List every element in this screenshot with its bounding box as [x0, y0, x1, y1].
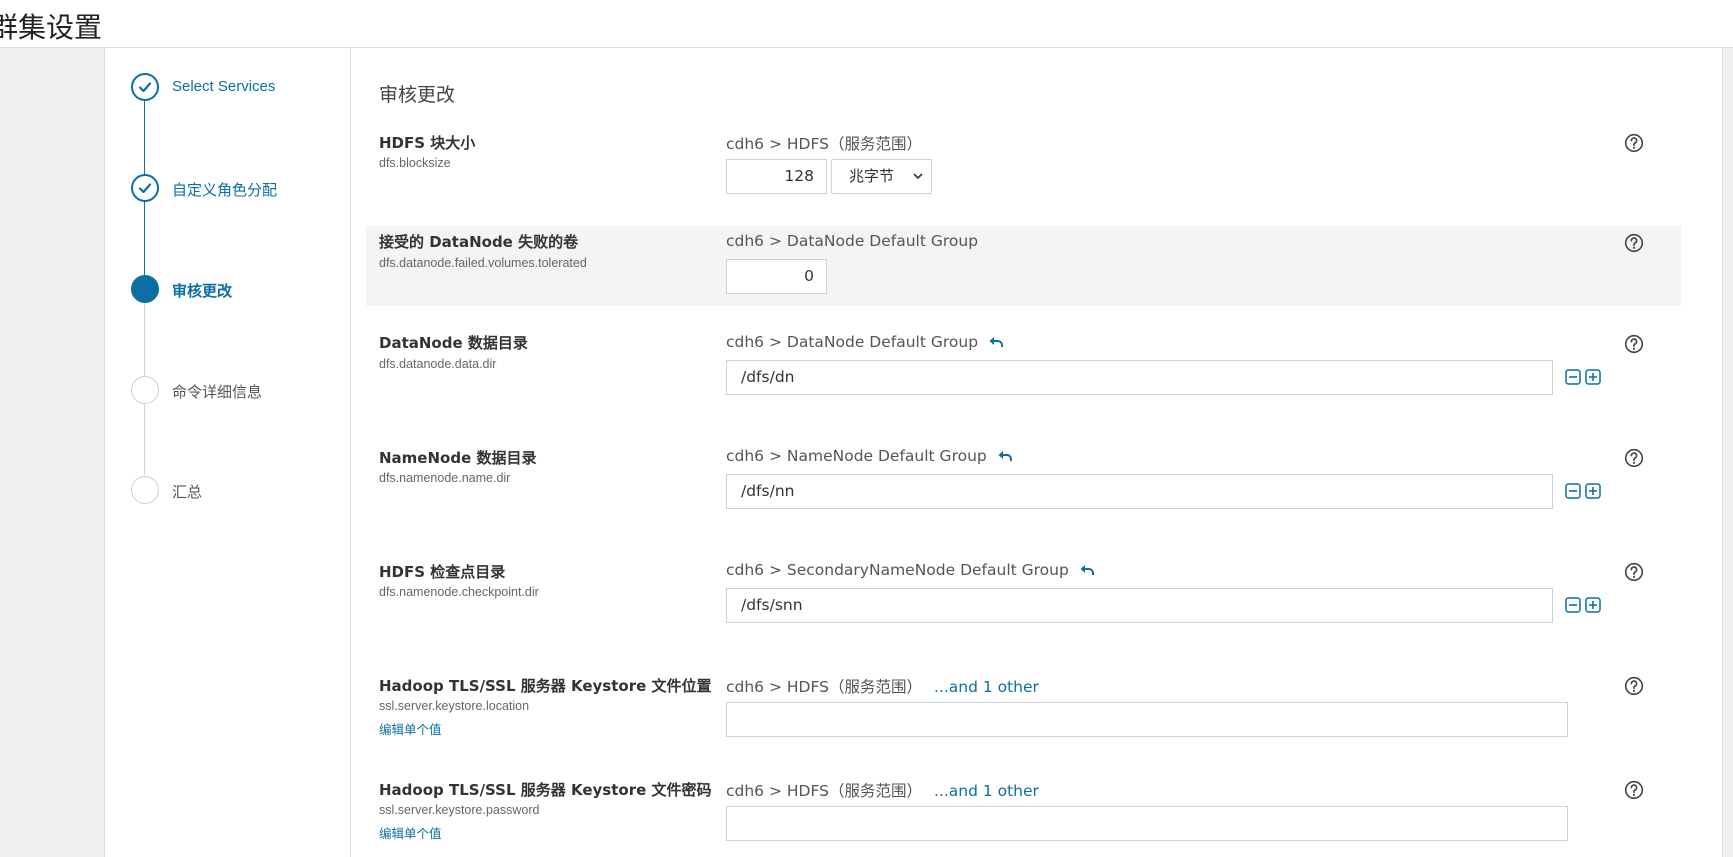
property-name: NameNode 数据目录 — [379, 449, 537, 467]
unit-select[interactable]: 兆字节 — [831, 159, 932, 194]
property-scope: cdh6 > HDFS（服务范围） — [726, 132, 922, 154]
scope-text: cdh6 > NameNode Default Group — [726, 447, 987, 465]
step-pending-indicator — [131, 476, 159, 504]
property-row-namenode-name-dir: NameNode 数据目录 dfs.namenode.name.dir cdh6… — [366, 441, 1681, 531]
property-scope: cdh6 > NameNode Default Group — [726, 447, 1013, 465]
property-row-hdfs-blocksize: HDFS 块大小 dfs.blocksize cdh6 > HDFS（服务范围）… — [366, 126, 1681, 214]
property-row-datanode-data-dir: DataNode 数据目录 dfs.datanode.data.dir cdh6… — [366, 327, 1681, 417]
property-key: dfs.blocksize — [379, 156, 451, 170]
help-icon[interactable] — [1624, 562, 1644, 582]
undo-icon[interactable] — [1079, 563, 1095, 577]
page-header: 群集设置 — [0, 0, 1733, 48]
step-label: Select Services — [172, 78, 276, 95]
property-name: 接受的 DataNode 失败的卷 — [379, 233, 579, 251]
property-scope: cdh6 > DataNode Default Group — [726, 232, 978, 250]
property-scope: cdh6 > HDFS（服务范围） ...and 1 other — [726, 779, 1039, 801]
wizard-steps-nav — [105, 48, 351, 857]
checkpoint-dir-input[interactable]: /dfs/snn — [726, 588, 1553, 623]
property-name: DataNode 数据目录 — [379, 334, 528, 352]
property-key: dfs.datanode.failed.volumes.tolerated — [379, 256, 587, 270]
edit-individual-value-link[interactable]: 编辑单个值 — [379, 823, 442, 842]
wizard-step-review-changes[interactable]: 审核更改 — [131, 275, 351, 303]
scope-text: cdh6 > HDFS（服务范围） — [726, 678, 922, 696]
help-icon[interactable] — [1624, 780, 1644, 800]
property-row-keystore-location: Hadoop TLS/SSL 服务器 Keystore 文件位置 ssl.ser… — [366, 669, 1681, 759]
scope-text: cdh6 > HDFS（服务范围） — [726, 782, 922, 800]
right-scrollbar-track[interactable] — [1722, 48, 1733, 857]
chevron-down-icon — [913, 173, 923, 180]
scope-other-link[interactable]: ...and 1 other — [934, 782, 1039, 800]
property-scope: cdh6 > DataNode Default Group — [726, 333, 1004, 351]
plus-box-icon[interactable] — [1585, 369, 1601, 385]
wizard-step-command-details: 命令详细信息 — [131, 376, 351, 404]
property-name: HDFS 块大小 — [379, 134, 476, 152]
section-title: 审核更改 — [379, 84, 456, 106]
minus-box-icon[interactable] — [1565, 597, 1581, 613]
property-row-failed-volumes: 接受的 DataNode 失败的卷 dfs.datanode.failed.vo… — [366, 226, 1681, 306]
property-name: Hadoop TLS/SSL 服务器 Keystore 文件位置 — [379, 677, 712, 695]
keystore-location-input[interactable] — [726, 702, 1568, 737]
step-label: 命令详细信息 — [172, 384, 263, 401]
help-icon[interactable] — [1624, 334, 1644, 354]
wizard-step-summary: 汇总 — [131, 476, 351, 504]
minus-box-icon[interactable] — [1565, 369, 1581, 385]
property-key: dfs.namenode.checkpoint.dir — [379, 585, 539, 599]
page-title: 群集设置 — [0, 11, 103, 44]
keystore-password-input[interactable] — [726, 806, 1568, 841]
undo-icon[interactable] — [997, 449, 1013, 463]
wizard-step-custom-role-assignment[interactable]: 自定义角色分配 — [131, 174, 351, 202]
property-key: ssl.server.keystore.password — [379, 803, 540, 817]
wizard-step-select-services[interactable]: Select Services — [131, 73, 351, 101]
property-scope: cdh6 > HDFS（服务范围） ...and 1 other — [726, 675, 1039, 697]
property-name: HDFS 检查点目录 — [379, 563, 506, 581]
plus-box-icon[interactable] — [1585, 597, 1601, 613]
property-row-checkpoint-dir: HDFS 检查点目录 dfs.namenode.checkpoint.dir c… — [366, 555, 1681, 645]
minus-box-icon[interactable] — [1565, 483, 1581, 499]
step-pending-indicator — [131, 376, 159, 404]
property-key: ssl.server.keystore.location — [379, 699, 530, 713]
unit-select-value: 兆字节 — [849, 167, 895, 185]
step-done-icon — [131, 73, 159, 101]
undo-icon[interactable] — [988, 335, 1004, 349]
help-icon[interactable] — [1624, 448, 1644, 468]
property-key: dfs.namenode.name.dir — [379, 471, 511, 485]
step-label: 自定义角色分配 — [172, 182, 278, 199]
property-scope: cdh6 > SecondaryNameNode Default Group — [726, 561, 1095, 579]
blocksize-input[interactable]: 128 — [726, 159, 827, 194]
check-icon — [138, 82, 152, 93]
step-label: 审核更改 — [172, 283, 233, 300]
failed-volumes-input[interactable]: 0 — [726, 259, 827, 294]
step-done-icon — [131, 174, 159, 202]
scope-text: cdh6 > DataNode Default Group — [726, 333, 979, 351]
step-label: 汇总 — [172, 484, 203, 501]
property-key: dfs.datanode.data.dir — [379, 357, 497, 371]
step-active-indicator — [131, 275, 159, 303]
scope-text: cdh6 > SecondaryNameNode Default Group — [726, 561, 1069, 579]
namenode-name-dir-input[interactable]: /dfs/nn — [726, 474, 1553, 509]
plus-box-icon[interactable] — [1585, 483, 1601, 499]
property-name: Hadoop TLS/SSL 服务器 Keystore 文件密码 — [379, 781, 712, 799]
left-gutter — [0, 48, 105, 857]
scope-text: cdh6 > DataNode Default Group — [726, 232, 979, 250]
datanode-data-dir-input[interactable]: /dfs/dn — [726, 360, 1553, 395]
help-icon[interactable] — [1624, 676, 1644, 696]
property-row-keystore-password: Hadoop TLS/SSL 服务器 Keystore 文件密码 ssl.ser… — [366, 773, 1681, 857]
edit-individual-value-link[interactable]: 编辑单个值 — [379, 719, 442, 738]
help-icon[interactable] — [1624, 133, 1644, 153]
help-icon[interactable] — [1624, 233, 1644, 253]
check-icon — [138, 183, 152, 194]
scope-text: cdh6 > HDFS（服务范围） — [726, 135, 922, 153]
scope-other-link[interactable]: ...and 1 other — [934, 678, 1039, 696]
